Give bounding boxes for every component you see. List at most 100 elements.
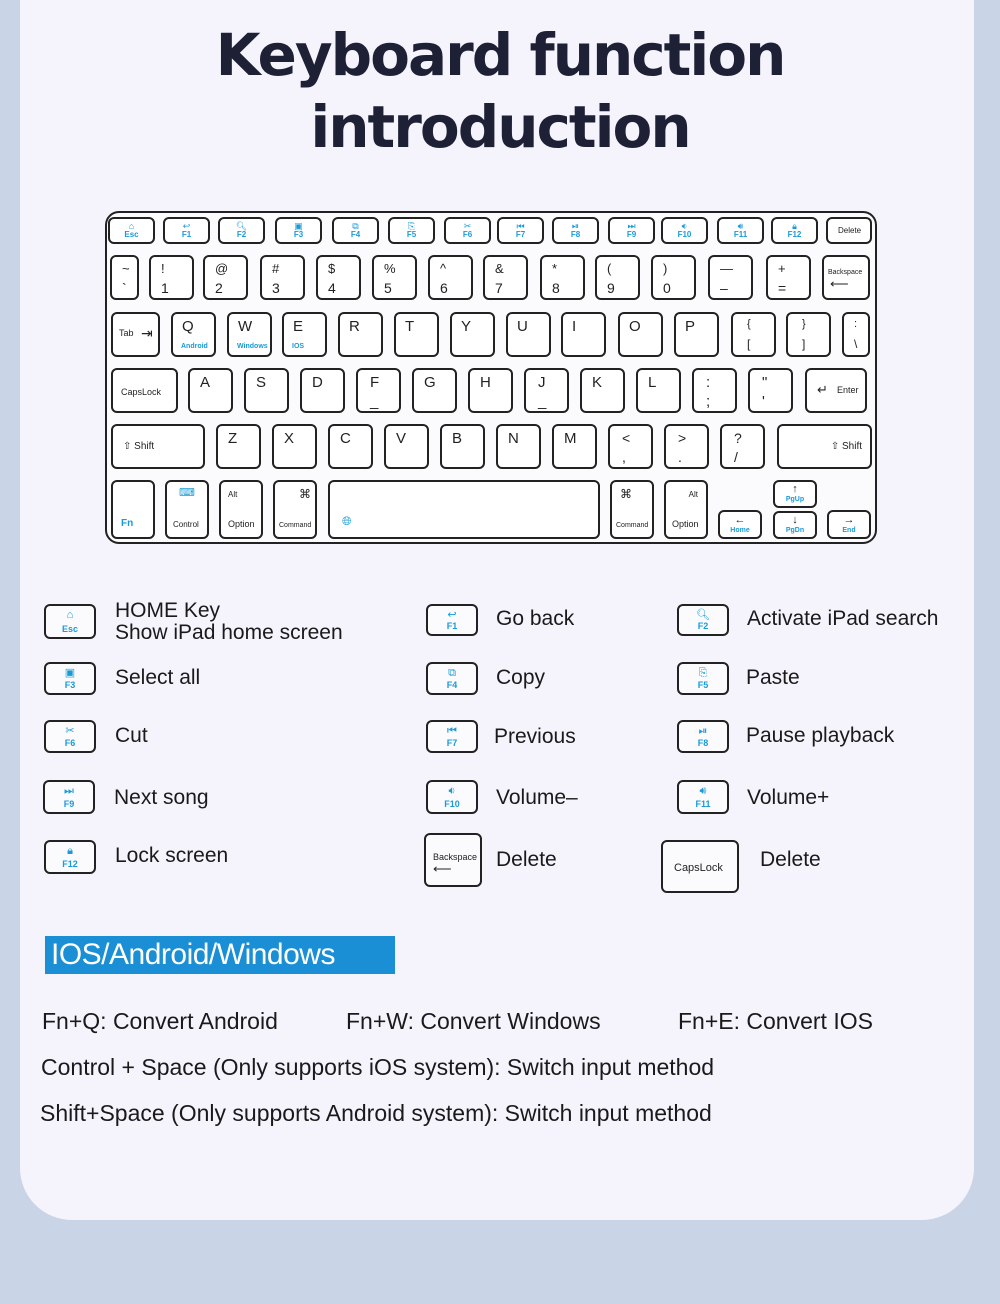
key-t[interactable]: T [394,312,439,357]
key-pgdn[interactable]: ↓ PgDn [773,511,817,539]
key-option-right[interactable]: Alt Option [664,480,708,539]
key-char: A [200,374,211,391]
function-key-f5[interactable]: ⎘ F5 [388,217,435,244]
os-mode-label: Windows [237,343,268,350]
key-?[interactable]: ? / [720,424,765,469]
key-[interactable]: " ' [748,368,793,413]
key-label: Command [279,522,312,529]
key-9[interactable]: (9 [595,255,640,300]
function-key-f10[interactable]: 🔉︎ F10 [661,217,708,244]
key-fn[interactable]: Fn [111,480,155,539]
key-label: F12 [62,859,78,869]
key-left-shift[interactable]: ⇧ Shift [111,424,205,469]
function-key-f6[interactable]: ✂ F6 [444,217,491,244]
key-char: L [648,374,657,391]
key-i[interactable]: I [561,312,606,357]
key-2[interactable]: @2 [203,255,248,300]
key-pgup[interactable]: ↑ PgUp [773,480,817,508]
key-5[interactable]: % 5 [372,255,417,300]
key-top-char: " [762,374,768,391]
key-char: M [564,430,577,447]
key-0[interactable]: ) 0 [651,255,696,300]
key-home[interactable]: ← Home [718,510,762,539]
key-a[interactable]: A [188,368,233,413]
legend-description: Go back [496,607,575,630]
key-x[interactable]: X [272,424,317,469]
key-l[interactable]: L [636,368,681,413]
key-4[interactable]: $4 [316,255,361,300]
key-o[interactable]: O [618,312,663,357]
control-space-text: Control + Space (Only supports iOS syste… [41,1054,715,1080]
key-u[interactable]: U [506,312,551,357]
key-command-left[interactable]: ⌘ Command [273,480,317,539]
key-3[interactable]: #3 [260,255,305,300]
key-z[interactable]: Z [216,424,261,469]
key-c[interactable]: C [328,424,373,469]
key-control[interactable]: ⌨ Control [165,480,209,539]
key-q[interactable]: Q Android [171,312,216,357]
key-=[interactable]: + = [766,255,811,300]
key-command-right[interactable]: ⌘ Command [610,480,654,539]
key-bottom-char: , [622,449,626,465]
function-key-label: F3 [293,230,304,239]
key-n[interactable]: N [496,424,541,469]
home-icon: ⌂ [66,609,74,621]
key-v[interactable]: V [384,424,429,469]
key-m[interactable]: M [552,424,597,469]
key-k[interactable]: K [580,368,625,413]
key-}[interactable]: }] [786,312,831,357]
key-top-char: * [552,261,558,276]
key-backspace[interactable]: Backspace ⟵ [822,255,870,300]
key-p[interactable]: P [674,312,719,357]
function-key-f12[interactable]: 🔒︎ F12 [771,217,818,244]
page-title-line2: introduction [310,93,691,161]
key-1[interactable]: ! 1 [149,255,194,300]
key-label: Esc [61,624,78,634]
key-h[interactable]: H [468,368,513,413]
key-enter[interactable]: ↵ Enter [805,368,867,413]
function-key-f3[interactable]: ▣ F3 [275,217,322,244]
function-key-esc[interactable]: ⌂ Esc [108,217,155,244]
function-key-f9[interactable]: ⏭ F9 [608,217,655,244]
function-key-f11[interactable]: 🔊︎ F11 [717,217,764,244]
function-key-f1[interactable]: ↩ F1 [163,217,210,244]
key-6[interactable]: ^ 6 [428,255,473,300]
function-key-f8[interactable]: ⏯ F8 [552,217,599,244]
key-j[interactable]: J _ [524,368,569,413]
key-:[interactable]: : \ [842,312,870,357]
key-w[interactable]: W Windows [227,312,272,357]
key-end[interactable]: → End [827,510,871,539]
function-key-f2[interactable]: 🔍︎ F2 [218,217,265,244]
key-tab[interactable]: Tab ⇥ [111,312,160,357]
volume-up-icon: 🔊︎ [699,785,707,797]
function-key-f4[interactable]: ⧉ F4 [332,217,379,244]
key-e[interactable]: E IOS [282,312,327,357]
key-g[interactable]: G [412,368,457,413]
key-char: P [685,318,696,335]
key-right-shift[interactable]: ⇧ Shift [777,424,872,469]
function-key-delete[interactable]: Delete [826,217,872,244]
key-d[interactable]: D [300,368,345,413]
cut-icon: ✂ [65,725,75,737]
key-capslock[interactable]: CapsLock [111,368,178,413]
key-7[interactable]: & 7 [483,255,528,300]
key-label: F5 [697,680,709,690]
function-key-f7[interactable]: ⏮ F7 [497,217,544,244]
key-char: C [340,430,351,447]
key-option-left[interactable]: Alt Option [219,480,263,539]
key-–[interactable]: — – [708,255,753,300]
key->[interactable]: >. [664,424,709,469]
key-[interactable]: :; [692,368,737,413]
key-label: Tab [119,328,134,338]
key-s[interactable]: S [244,368,289,413]
key-8[interactable]: * 8 [540,255,585,300]
key-{[interactable]: {[ [731,312,776,357]
key-`[interactable]: ~ ` [110,255,139,300]
key-<[interactable]: <, [608,424,653,469]
key-r[interactable]: R [338,312,383,357]
key-space[interactable]: 🌐︎ [328,480,600,539]
key-b[interactable]: B [440,424,485,469]
key-y[interactable]: Y [450,312,495,357]
key-f[interactable]: F _ [356,368,401,413]
key-label: Enter [837,385,859,395]
